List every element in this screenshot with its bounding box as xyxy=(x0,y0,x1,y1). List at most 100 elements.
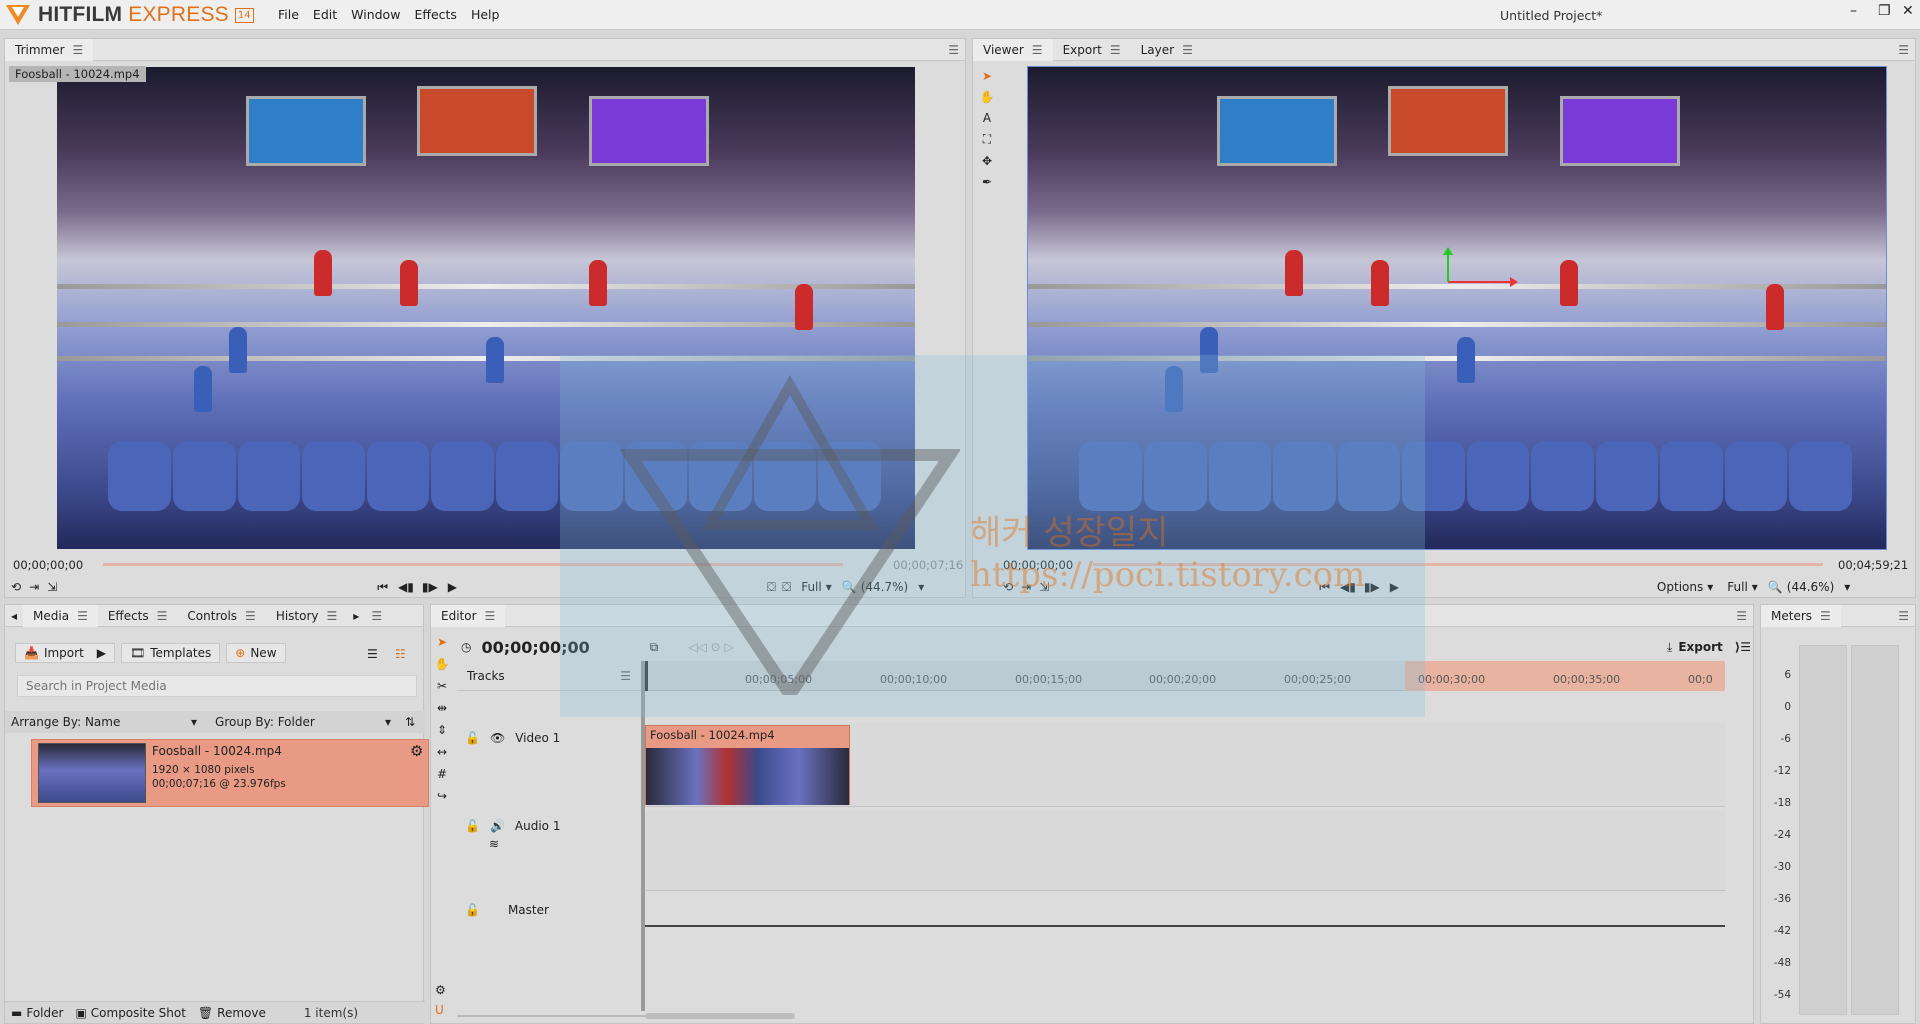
list-view-icon[interactable]: ☰ xyxy=(367,647,378,661)
timeline-clip[interactable]: Foosball - 10024.mp4 xyxy=(645,725,850,805)
panel-menu-icon[interactable]: ☰ xyxy=(1898,609,1909,623)
media-item[interactable]: Foosball - 10024.mp4 1920 × 1080 pixels … xyxy=(31,739,429,807)
select-tool-icon[interactable]: ➤ xyxy=(437,635,447,649)
expand-icon[interactable]: ⟩☰ xyxy=(1735,640,1751,654)
lock-icon[interactable]: 🔓 xyxy=(465,731,480,745)
detail-view-icon[interactable]: ☷ xyxy=(395,647,406,661)
step-forward-icon[interactable]: ▮▶ xyxy=(1364,580,1380,594)
tab-scroll-left-icon[interactable]: ◂ xyxy=(11,609,17,623)
step-back-icon[interactable]: ◀▮ xyxy=(1340,580,1356,594)
chevron-down-icon[interactable]: ▾ xyxy=(1752,580,1758,594)
hamburger-icon[interactable]: ☰ xyxy=(157,609,168,623)
playhead[interactable] xyxy=(645,661,648,691)
menu-help[interactable]: Help xyxy=(471,7,500,22)
search-input[interactable] xyxy=(17,675,417,697)
viewer-video-frame[interactable] xyxy=(1027,66,1887,550)
insert-icon[interactable]: ⇥ xyxy=(1021,580,1031,594)
trimmer-video-frame[interactable] xyxy=(57,67,915,549)
transform-tool-icon[interactable]: ⛶ xyxy=(983,132,991,147)
hamburger-icon[interactable]: ☰ xyxy=(485,609,496,623)
hamburger-icon[interactable]: ☰ xyxy=(245,609,256,623)
transport-controls-icon[interactable]: ◁◁ ⊙ ▷ xyxy=(688,640,733,654)
text-tool-icon[interactable]: A xyxy=(983,111,991,125)
hamburger-icon[interactable]: ☰ xyxy=(1110,43,1121,57)
menu-file[interactable]: File xyxy=(278,7,299,22)
export-button[interactable]: Export xyxy=(1678,640,1722,654)
video-track-lane[interactable]: Foosball - 10024.mp4 xyxy=(645,723,1725,807)
timeline-ruler[interactable]: 00;00;05;00 00;00;10;00 00;00;15;00 00;0… xyxy=(645,661,1725,691)
viewer-scrub-track[interactable] xyxy=(1093,563,1823,566)
tab-viewer[interactable]: Viewer ☰ xyxy=(973,38,1053,61)
restore-button[interactable]: ❐ xyxy=(1878,3,1891,19)
hand-tool-icon[interactable]: ✋ xyxy=(435,657,450,671)
transform-gizmo-icon[interactable] xyxy=(1438,247,1518,317)
timeline-scrollbar[interactable] xyxy=(645,1013,795,1019)
templates-button[interactable]: 🎞 Templates xyxy=(121,643,221,663)
skip-back-icon[interactable]: ⏮ xyxy=(377,580,388,595)
panel-menu-icon[interactable]: ☰ xyxy=(371,609,382,623)
menu-window[interactable]: Window xyxy=(351,7,400,22)
hamburger-icon[interactable]: ☰ xyxy=(327,609,338,623)
chevron-down-icon[interactable]: ▾ xyxy=(191,715,197,729)
gear-icon[interactable]: ⚙ xyxy=(410,742,423,760)
hamburger-icon[interactable]: ☰ xyxy=(73,43,84,57)
new-button[interactable]: ⊕ New xyxy=(226,643,286,663)
play-icon[interactable]: ▶ xyxy=(448,580,457,594)
panel-menu-icon[interactable]: ☰ xyxy=(1736,609,1747,623)
viewer-scrubber[interactable]: 00;00;00;00 00;04;59;21 xyxy=(1003,557,1909,573)
slide-tool-icon[interactable]: # xyxy=(437,767,447,781)
eye-icon[interactable]: 👁 xyxy=(490,731,505,745)
pen-tool-icon[interactable]: ✒ xyxy=(982,175,992,189)
render-preview-icon[interactable]: ⧉ xyxy=(650,640,659,655)
tab-export[interactable]: Export ☰ xyxy=(1053,39,1131,61)
in-point-icon[interactable]: ⛋ xyxy=(767,580,776,595)
ripple-tool-icon[interactable]: ⇹ xyxy=(437,701,447,715)
out-point-icon[interactable]: ⛋ xyxy=(782,580,791,595)
snap-magnet-icon[interactable]: U xyxy=(435,1003,444,1017)
tab-scroll-right-icon[interactable]: ▸ xyxy=(353,609,359,623)
lock-icon[interactable]: 🔓 xyxy=(465,903,480,917)
tab-media[interactable]: Media ☰ xyxy=(23,604,98,627)
tab-effects[interactable]: Effects ☰ xyxy=(98,605,178,627)
sort-az-icon[interactable]: ⇅ xyxy=(405,715,415,729)
waveform-icon[interactable]: ≋ xyxy=(489,837,499,851)
play-icon[interactable]: ▶ xyxy=(1390,580,1399,594)
menu-effects[interactable]: Effects xyxy=(414,7,457,22)
tab-trimmer[interactable]: Trimmer ☰ xyxy=(5,38,94,61)
hamburger-icon[interactable]: ☰ xyxy=(1032,43,1043,57)
settings-gear-icon[interactable]: ⚙ xyxy=(435,983,446,997)
loop-icon[interactable]: ⟲ xyxy=(11,580,21,594)
group-by-dropdown[interactable]: Group By: Folder xyxy=(215,715,385,729)
rate-tool-icon[interactable]: ↪ xyxy=(437,789,447,803)
track-divider[interactable] xyxy=(641,661,645,1011)
overlay-icon[interactable]: ⇲ xyxy=(1039,580,1049,594)
chevron-down-icon[interactable]: ▾ xyxy=(1707,580,1713,594)
trimmer-scrubber[interactable]: 00;00;00;00 00;00;07;16 xyxy=(13,557,963,573)
move-tool-icon[interactable]: ✥ xyxy=(982,154,992,168)
trimmer-quality[interactable]: Full xyxy=(801,580,822,594)
trimmer-zoom[interactable]: (44.7%) xyxy=(861,580,908,594)
speaker-icon[interactable]: 🔊 xyxy=(490,819,505,833)
new-folder-button[interactable]: Folder xyxy=(26,1006,63,1020)
lock-icon[interactable]: 🔓 xyxy=(465,819,480,833)
chevron-down-icon[interactable]: ▾ xyxy=(918,580,924,594)
close-button[interactable]: ✕ xyxy=(1902,3,1914,19)
chevron-down-icon[interactable]: ▾ xyxy=(385,715,391,729)
hamburger-icon[interactable]: ☰ xyxy=(1182,43,1193,57)
step-forward-icon[interactable]: ▮▶ xyxy=(422,580,438,594)
panel-menu-icon[interactable]: ☰ xyxy=(948,43,959,57)
select-tool-icon[interactable]: ➤ xyxy=(982,69,992,83)
hamburger-icon[interactable]: ☰ xyxy=(77,609,88,623)
tracks-menu-icon[interactable]: ☰ xyxy=(620,669,631,683)
composite-shot-button[interactable]: Composite Shot xyxy=(91,1006,186,1020)
minimize-button[interactable]: – xyxy=(1850,3,1857,19)
panel-menu-icon[interactable]: ☰ xyxy=(1898,43,1909,57)
overlay-icon[interactable]: ⇲ xyxy=(47,580,57,594)
arrange-by-dropdown[interactable]: Arrange By: Name xyxy=(11,715,191,729)
import-button[interactable]: 📥 Import ▶ xyxy=(15,643,116,663)
menu-edit[interactable]: Edit xyxy=(313,7,337,22)
insert-icon[interactable]: ⇥ xyxy=(29,580,39,594)
roll-tool-icon[interactable]: ⇕ xyxy=(437,723,447,737)
viewer-options[interactable]: Options xyxy=(1657,580,1703,594)
tab-editor[interactable]: Editor ☰ xyxy=(431,604,506,627)
